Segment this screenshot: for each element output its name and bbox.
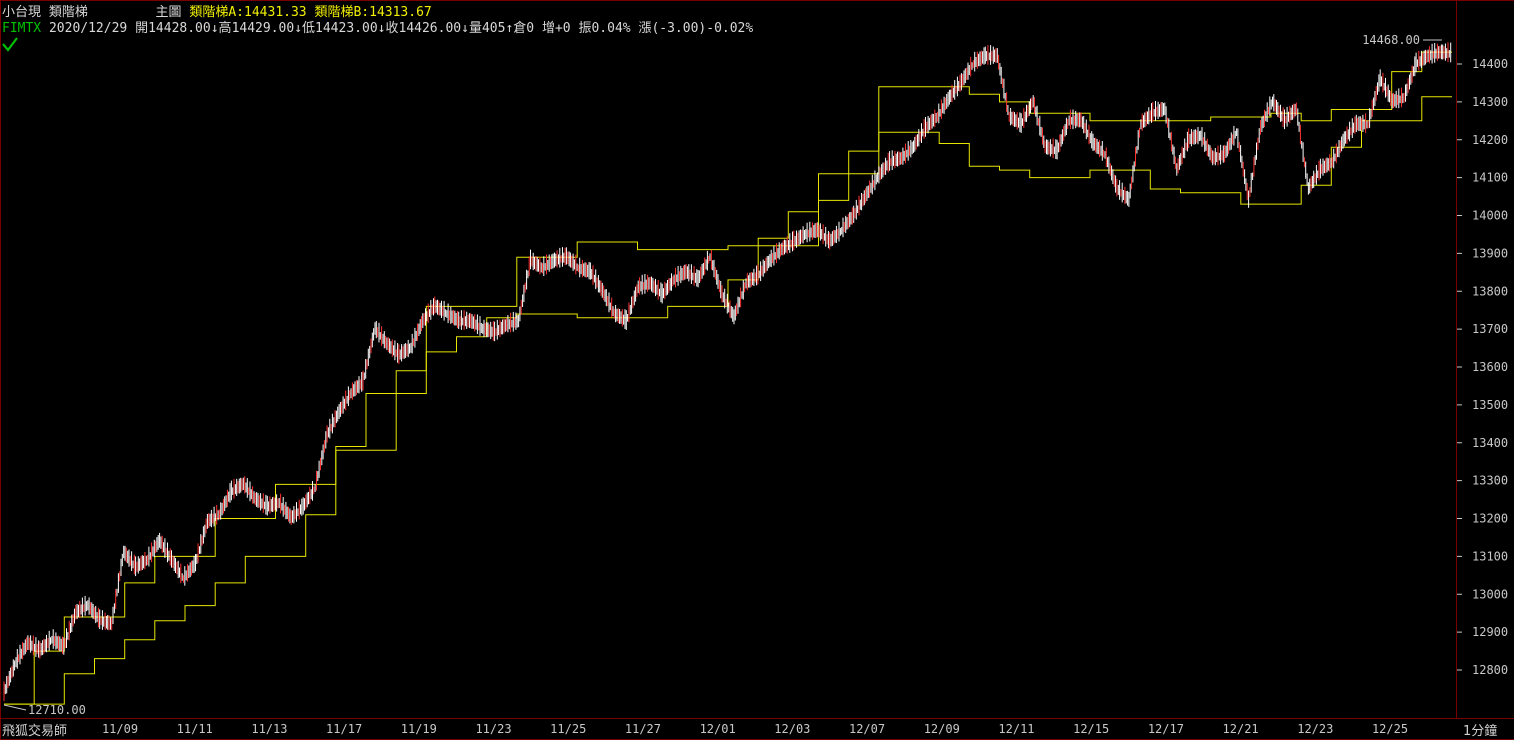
time-axis-label: 12/17 bbox=[1148, 722, 1184, 736]
price-axis-label: 13600 bbox=[1472, 360, 1508, 374]
time-axis-label: 11/11 bbox=[177, 722, 213, 736]
time-axis-label: 12/23 bbox=[1297, 722, 1333, 736]
price-axis-label: 13300 bbox=[1472, 474, 1508, 488]
time-axis-label: 11/27 bbox=[625, 722, 661, 736]
price-axis-label: 14400 bbox=[1472, 57, 1508, 71]
time-axis-label: 11/25 bbox=[550, 722, 586, 736]
app-name: 飛狐交易師 bbox=[2, 724, 68, 739]
lowest-price-pointer bbox=[3, 704, 27, 711]
price-axis-label: 14000 bbox=[1472, 209, 1508, 223]
time-axis-label: 12/07 bbox=[849, 722, 885, 736]
price-axis-label: 13500 bbox=[1472, 398, 1508, 412]
time-axis-label: 12/25 bbox=[1372, 722, 1408, 736]
price-axis-label: 13700 bbox=[1472, 322, 1508, 336]
time-axis-label: 11/19 bbox=[401, 722, 437, 736]
price-axis-label: 14200 bbox=[1472, 133, 1508, 147]
time-axis-label: 12/21 bbox=[1223, 722, 1259, 736]
price-axis-label: 13200 bbox=[1472, 512, 1508, 526]
time-axis-label: 11/13 bbox=[251, 722, 287, 736]
checkmark-icon bbox=[2, 37, 18, 52]
price-axis-label: 13100 bbox=[1472, 549, 1508, 563]
price-axis-label: 14300 bbox=[1472, 95, 1508, 109]
time-axis-label: 11/17 bbox=[326, 722, 362, 736]
time-axis-label: 11/09 bbox=[102, 722, 138, 736]
time-axis-label: 12/01 bbox=[700, 722, 736, 736]
price-axis-label: 14100 bbox=[1472, 171, 1508, 185]
price-axis-label: 13800 bbox=[1472, 284, 1508, 298]
ladder-series-line bbox=[4, 51, 1452, 705]
time-axis-label: 11/23 bbox=[475, 722, 511, 736]
price-axis-label: 12800 bbox=[1472, 663, 1508, 677]
ladder-series-line bbox=[4, 96, 1452, 705]
lowest-price-label: 12710.00 bbox=[28, 703, 86, 717]
interval-selector[interactable]: 1分鐘 bbox=[1463, 720, 1497, 739]
price-axis-label: 13400 bbox=[1472, 436, 1508, 450]
chart-canvas[interactable]: 12800 12900 13000 13100 13200 13300 13400 13500… bbox=[0, 0, 1514, 739]
highest-price-label: 14468.00 bbox=[1362, 33, 1420, 47]
price-axis-label: 13900 bbox=[1472, 246, 1508, 260]
time-axis-label: 12/11 bbox=[998, 722, 1034, 736]
price-axis-label: 13000 bbox=[1472, 587, 1508, 601]
price-axis-label: 12900 bbox=[1472, 625, 1508, 639]
time-axis-label: 12/09 bbox=[924, 722, 960, 736]
time-axis-label: 12/03 bbox=[774, 722, 810, 736]
time-axis-label: 12/15 bbox=[1073, 722, 1109, 736]
